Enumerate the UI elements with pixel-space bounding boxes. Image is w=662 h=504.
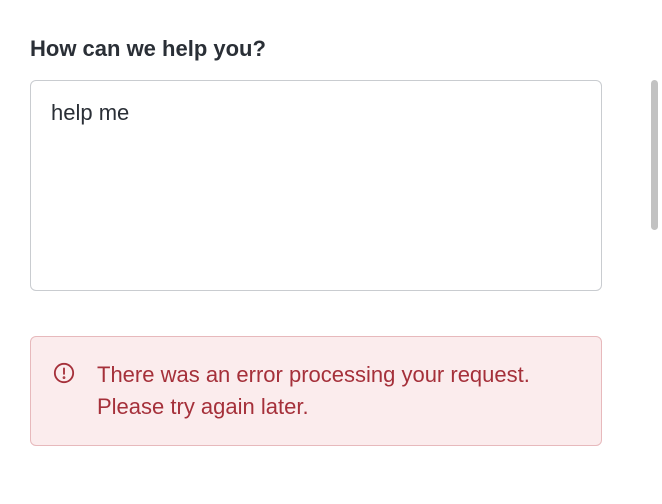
error-alert: There was an error processing your reque… xyxy=(30,336,602,446)
scrollbar-thumb[interactable] xyxy=(651,80,658,230)
form-container: How can we help you? There was an error … xyxy=(0,0,632,446)
form-label: How can we help you? xyxy=(30,36,602,62)
alert-circle-icon xyxy=(53,362,75,389)
help-textarea[interactable] xyxy=(30,80,602,291)
error-message: There was an error processing your reque… xyxy=(97,359,577,423)
